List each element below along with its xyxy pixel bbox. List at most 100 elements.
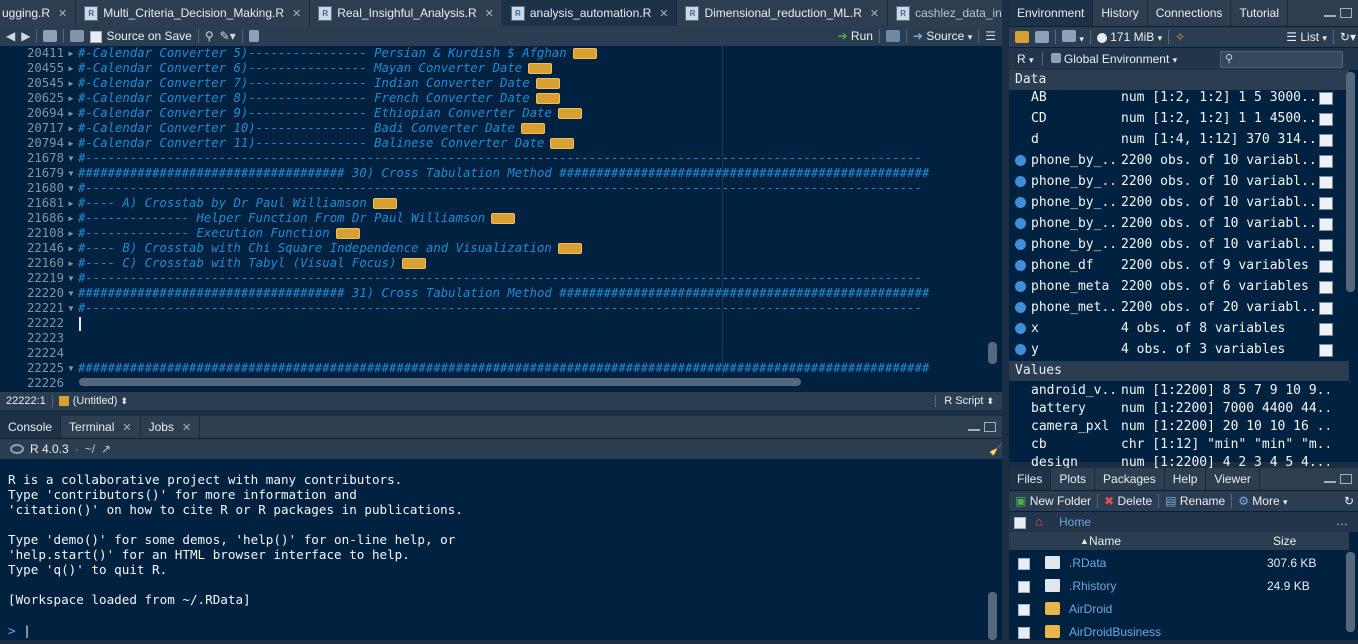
fold-marker-icon[interactable] bbox=[402, 258, 427, 269]
code-line[interactable]: 20455 ▸ #-Calendar Converter 6)-----------… bbox=[0, 61, 553, 76]
clear-console-icon[interactable]: 🧹 bbox=[989, 442, 1002, 456]
tab-jobs[interactable]: Jobs ✕ bbox=[141, 416, 201, 438]
fold-expand-icon[interactable]: ▸ bbox=[64, 91, 78, 106]
tab-connections[interactable]: Connections bbox=[1148, 0, 1232, 26]
environment-row[interactable]: phone_met... 2200 obs. of 20 variabl... bbox=[1009, 297, 1345, 318]
expand-icon[interactable] bbox=[1015, 260, 1026, 271]
file-name[interactable]: AirDroidBusiness bbox=[1069, 621, 1161, 644]
filetype-selector[interactable]: R Script ⬍ bbox=[935, 395, 1002, 407]
save-icon[interactable] bbox=[70, 30, 85, 42]
view-data-icon[interactable] bbox=[1319, 155, 1333, 168]
close-icon[interactable]: ✕ bbox=[659, 7, 668, 20]
scope-selector[interactable]: (Untitled) ⬍ bbox=[53, 395, 134, 407]
files-scrollbar[interactable] bbox=[1346, 552, 1355, 632]
memory-usage[interactable]: 171 MiB ▾ bbox=[1096, 30, 1162, 44]
code-line[interactable]: 21680 ▾ #---------------------------------… bbox=[0, 181, 922, 196]
minimize-icon[interactable] bbox=[968, 423, 980, 431]
maximize-icon[interactable] bbox=[1340, 8, 1352, 18]
code-line[interactable]: 21678 ▾ #---------------------------------… bbox=[0, 151, 922, 166]
fold-expand-icon[interactable]: ▸ bbox=[64, 46, 78, 61]
import-dataset-button[interactable]: ▾ bbox=[1062, 29, 1084, 45]
outline-icon[interactable]: ☰ bbox=[985, 29, 996, 43]
column-name[interactable]: Name bbox=[1089, 532, 1121, 550]
save-icon[interactable] bbox=[1035, 31, 1049, 43]
new-folder-button[interactable]: ▣ New Folder bbox=[1015, 494, 1091, 508]
vertical-scrollbar[interactable] bbox=[988, 342, 997, 364]
environment-row[interactable]: AB num [1:2, 1:2] 1 5 3000... bbox=[1009, 87, 1345, 108]
close-icon[interactable]: ✕ bbox=[182, 421, 191, 434]
rename-button[interactable]: ▤ Rename bbox=[1165, 494, 1225, 508]
view-data-icon[interactable] bbox=[1319, 92, 1333, 105]
tab-console[interactable]: Console bbox=[0, 416, 62, 438]
code-line[interactable]: 21681 ▸ #---- A) Crosstab by Dr Paul Willi… bbox=[0, 196, 397, 211]
code-line[interactable]: 22146 ▸ #---- B) Crosstab with Chi Square … bbox=[0, 241, 582, 256]
file-name[interactable]: AirDroid bbox=[1069, 598, 1112, 621]
file-name[interactable]: .RData bbox=[1069, 552, 1106, 575]
tab-files[interactable]: Files bbox=[1009, 468, 1052, 490]
view-data-icon[interactable] bbox=[1319, 239, 1333, 252]
editor-tab-active[interactable]: Ranalysis_automation.R ✕ bbox=[502, 0, 678, 26]
fold-marker-icon[interactable] bbox=[557, 243, 582, 254]
environment-row[interactable]: x 4 obs. of 8 variables bbox=[1009, 318, 1345, 339]
tab-tutorial[interactable]: Tutorial bbox=[1231, 0, 1289, 26]
expand-icon[interactable] bbox=[1015, 302, 1026, 313]
rerun-icon[interactable] bbox=[885, 30, 900, 42]
environment-row[interactable]: d num [1:4, 1:12] 370 314... bbox=[1009, 129, 1345, 150]
minimize-icon[interactable] bbox=[1324, 9, 1336, 17]
select-all-checkbox[interactable] bbox=[1014, 517, 1026, 529]
view-data-icon[interactable] bbox=[1319, 113, 1333, 126]
fold-marker-icon[interactable] bbox=[520, 123, 545, 134]
editor-tab[interactable]: R Real_Insighful_Analysis.R ✕ bbox=[310, 0, 503, 26]
go-to-directory-icon[interactable]: ↗ bbox=[101, 442, 111, 456]
environment-row[interactable]: y 4 obs. of 3 variables bbox=[1009, 339, 1345, 360]
tab-plots[interactable]: Plots bbox=[1051, 468, 1096, 490]
refresh-icon[interactable]: ↻▾ bbox=[1340, 30, 1356, 44]
more-button[interactable]: ⚙ More ▾ bbox=[1238, 494, 1287, 508]
horizontal-scrollbar[interactable] bbox=[79, 378, 801, 386]
language-selector[interactable]: R ▾ bbox=[1017, 52, 1034, 66]
close-icon[interactable]: ✕ bbox=[122, 421, 131, 434]
view-data-icon[interactable] bbox=[1319, 323, 1333, 336]
maximize-icon[interactable] bbox=[984, 422, 996, 432]
code-line[interactable]: 22226 bbox=[0, 376, 78, 391]
file-row[interactable]: AirDroidBusiness bbox=[1009, 621, 1345, 644]
view-data-icon[interactable] bbox=[1319, 176, 1333, 189]
fold-marker-icon[interactable] bbox=[557, 108, 582, 119]
row-checkbox[interactable] bbox=[1018, 558, 1030, 570]
code-line[interactable]: 20411 ▸ #-Calendar Converter 5)-----------… bbox=[0, 46, 597, 61]
view-data-icon[interactable] bbox=[1319, 218, 1333, 231]
code-line[interactable]: 20545 ▸ #-Calendar Converter 7)-----------… bbox=[0, 76, 560, 91]
checkbox[interactable] bbox=[90, 30, 103, 43]
view-mode-selector[interactable]: ☰ List ▾ bbox=[1286, 30, 1327, 44]
code-line[interactable]: 22224 bbox=[0, 346, 78, 361]
environment-row[interactable]: phone_by_... 2200 obs. of 10 variabl... bbox=[1009, 192, 1345, 213]
fold-expand-icon[interactable]: ▸ bbox=[64, 136, 78, 151]
code-line[interactable]: 22223 bbox=[0, 331, 78, 346]
code-line[interactable]: 22222 bbox=[0, 316, 78, 331]
code-line[interactable]: 22108 ▸ #-------------- Execution Function bbox=[0, 226, 360, 241]
minimize-icon[interactable] bbox=[1324, 475, 1336, 483]
tab-terminal[interactable]: Terminal ✕ bbox=[61, 416, 141, 438]
fold-expand-icon[interactable]: ▸ bbox=[64, 61, 78, 76]
close-icon[interactable]: ✕ bbox=[58, 7, 67, 20]
editor-tab[interactable]: R Multi_Criteria_Decision_Making.R ✕ bbox=[76, 0, 311, 26]
tab-history[interactable]: History bbox=[1093, 0, 1148, 26]
code-line[interactable]: 20717 ▸ #-Calendar Converter 10)----------… bbox=[0, 121, 545, 136]
environment-row[interactable]: phone_by_... 2200 obs. of 10 variabl... bbox=[1009, 150, 1345, 171]
more-path-icon[interactable]: … bbox=[1336, 514, 1348, 528]
environment-row[interactable]: phone_by_... 2200 obs. of 10 variabl... bbox=[1009, 171, 1345, 192]
console-scrollbar[interactable] bbox=[988, 592, 997, 640]
fold-expand-icon[interactable]: ▸ bbox=[64, 196, 78, 211]
fold-marker-icon[interactable] bbox=[550, 138, 575, 149]
editor-tab[interactable]: R Dimensional_reduction_ML.R ✕ bbox=[677, 0, 889, 26]
code-line[interactable]: 22219 ▾ #---------------------------------… bbox=[0, 271, 922, 286]
view-data-icon[interactable] bbox=[1319, 302, 1333, 315]
fold-expand-icon[interactable]: ▸ bbox=[64, 226, 78, 241]
fold-expand-icon[interactable]: ▸ bbox=[64, 211, 78, 226]
expand-icon[interactable] bbox=[1015, 323, 1026, 334]
fold-marker-icon[interactable] bbox=[372, 198, 397, 209]
view-data-icon[interactable] bbox=[1319, 134, 1333, 147]
view-data-icon[interactable] bbox=[1319, 281, 1333, 294]
expand-icon[interactable] bbox=[1015, 197, 1026, 208]
home-icon[interactable]: ⌂ bbox=[1035, 514, 1043, 529]
